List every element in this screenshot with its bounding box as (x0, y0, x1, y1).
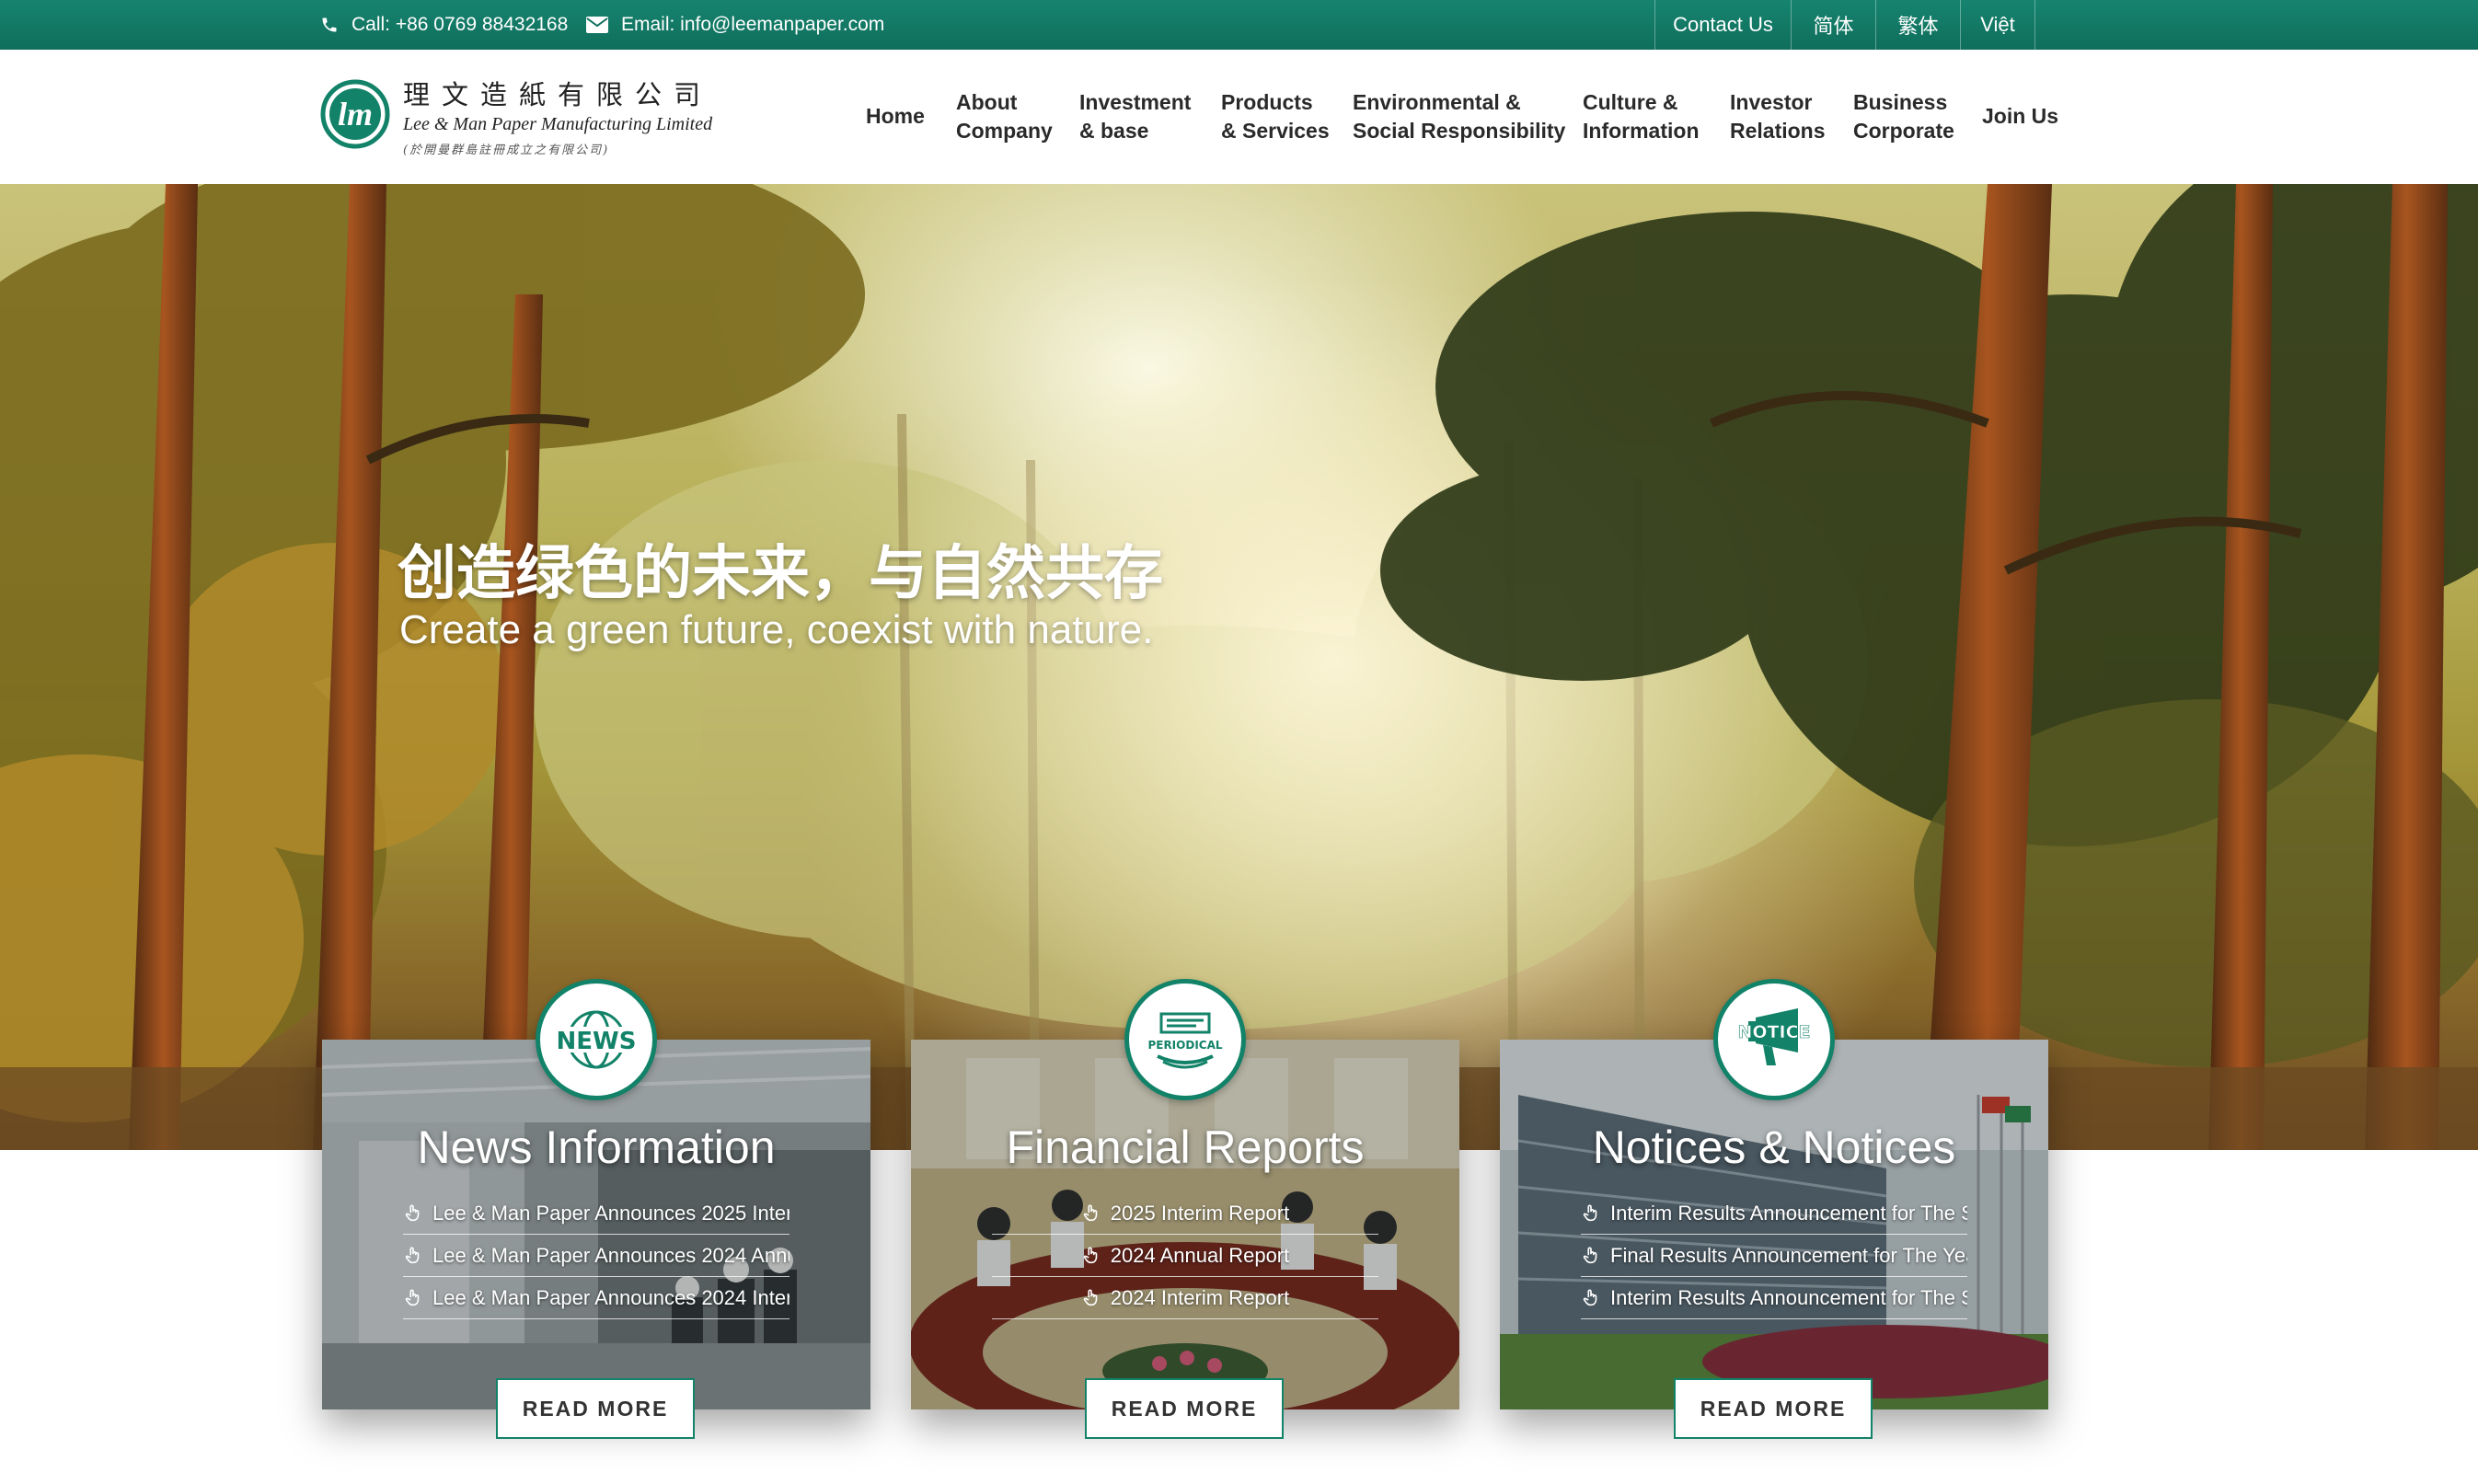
lang-vietnamese-link[interactable]: Việt (1960, 0, 2035, 50)
list-item[interactable]: Lee & Man Paper Announces 2024 Interim (403, 1277, 790, 1319)
phone-icon (322, 17, 337, 32)
contact-us-link[interactable]: Contact Us (1654, 0, 1791, 50)
list-item[interactable]: 2024 Annual Report (992, 1235, 1378, 1277)
nav-products-services[interactable]: Products & Services (1221, 88, 1330, 145)
notice-badge-icon: NOTICE (1713, 979, 1835, 1100)
svg-text:NOTICE: NOTICE (1737, 1022, 1810, 1042)
nav-join-us[interactable]: Join Us (1982, 102, 2058, 131)
card-title: Notices & Notices (1592, 1122, 1956, 1173)
nav-about-company[interactable]: About Company (956, 88, 1053, 145)
card-title: Financial Reports (1006, 1122, 1365, 1173)
hand-pointer-icon (1583, 1289, 1597, 1306)
hand-pointer-icon (405, 1204, 420, 1221)
svg-text:PERIODICAL: PERIODICAL (1147, 1039, 1222, 1052)
list-item[interactable]: Final Results Announcement for The Year (1581, 1235, 1967, 1277)
lang-traditional-link[interactable]: 繁体 (1875, 0, 1960, 50)
notices-card: NOTICE Notices & Notices Interim Results… (1500, 979, 2048, 1439)
hand-pointer-icon (1583, 1204, 1597, 1221)
hand-pointer-icon (405, 1289, 420, 1306)
financial-reports-list: 2025 Interim Report 2024 Annual Report 2… (992, 1192, 1378, 1319)
news-list: Lee & Man Paper Announces 2025 Interim L… (403, 1192, 790, 1319)
news-read-more-button[interactable]: READ MORE (496, 1378, 695, 1439)
lang-simplified-link[interactable]: 简体 (1791, 0, 1875, 50)
list-item[interactable]: Interim Results Announcement for The Six (1581, 1192, 1967, 1235)
news-badge-icon: NEWS (536, 979, 657, 1100)
periodical-badge-icon: PERIODICAL (1124, 979, 1246, 1100)
nav-business-corporate[interactable]: Business Corporate (1853, 88, 1954, 145)
forest-background-image (0, 184, 2478, 1150)
financial-read-more-button[interactable]: READ MORE (1085, 1378, 1284, 1439)
hero-title-chinese: 创造绿色的未来，与自然共存 (398, 540, 1163, 608)
site-header: lm 理文造紙有限公司 Lee & Man Paper Manufacturin… (0, 50, 2478, 184)
financial-reports-card: PERIODICAL Financial Reports 2025 Interi… (911, 979, 1459, 1439)
phone-contact[interactable]: Call: +86 0769 88432168 (320, 0, 568, 50)
top-links: Contact Us 简体 繁体 Việt (1654, 0, 2035, 50)
phone-text: Call: +86 0769 88432168 (352, 14, 569, 35)
card-title: News Information (417, 1122, 776, 1173)
hand-pointer-icon (1083, 1289, 1098, 1306)
email-text: Email: info@leemanpaper.com (621, 14, 885, 35)
list-item[interactable]: Lee & Man Paper Announces 2025 Interim (403, 1192, 790, 1235)
nav-environmental-social[interactable]: Environmental & Social Responsibility (1353, 88, 1565, 145)
main-nav: Home About Company Investment & base Produ… (0, 50, 2478, 184)
list-item[interactable]: Interim Results Announcement for The Six (1581, 1277, 1967, 1319)
hand-pointer-icon (405, 1247, 420, 1263)
nav-home[interactable]: Home (866, 102, 925, 131)
hand-pointer-icon (1583, 1247, 1597, 1263)
hand-pointer-icon (1083, 1247, 1098, 1263)
list-item[interactable]: 2025 Interim Report (992, 1192, 1378, 1235)
nav-investment-base[interactable]: Investment & base (1079, 88, 1191, 145)
notices-read-more-button[interactable]: READ MORE (1674, 1378, 1873, 1439)
nav-investor-relations[interactable]: Investor Relations (1730, 88, 1826, 145)
hero-banner: 创造绿色的未来，与自然共存 Create a green future, coe… (0, 184, 2478, 1150)
envelope-icon (586, 17, 608, 33)
hand-pointer-icon (1083, 1204, 1098, 1221)
news-card: NEWS News Information Lee & Man Paper An… (322, 979, 870, 1439)
list-item[interactable]: 2024 Interim Report (992, 1277, 1378, 1319)
top-bar: Call: +86 0769 88432168 Email: info@leem… (0, 0, 2478, 50)
hero-title-english: Create a green future, coexist with natu… (399, 607, 1154, 652)
notices-list: Interim Results Announcement for The Six… (1581, 1192, 1967, 1319)
nav-culture-information[interactable]: Culture & Information (1583, 88, 1700, 145)
list-item[interactable]: Lee & Man Paper Announces 2024 Annual (403, 1235, 790, 1277)
email-contact[interactable]: Email: info@leemanpaper.com (586, 0, 884, 50)
svg-text:NEWS: NEWS (557, 1028, 637, 1055)
